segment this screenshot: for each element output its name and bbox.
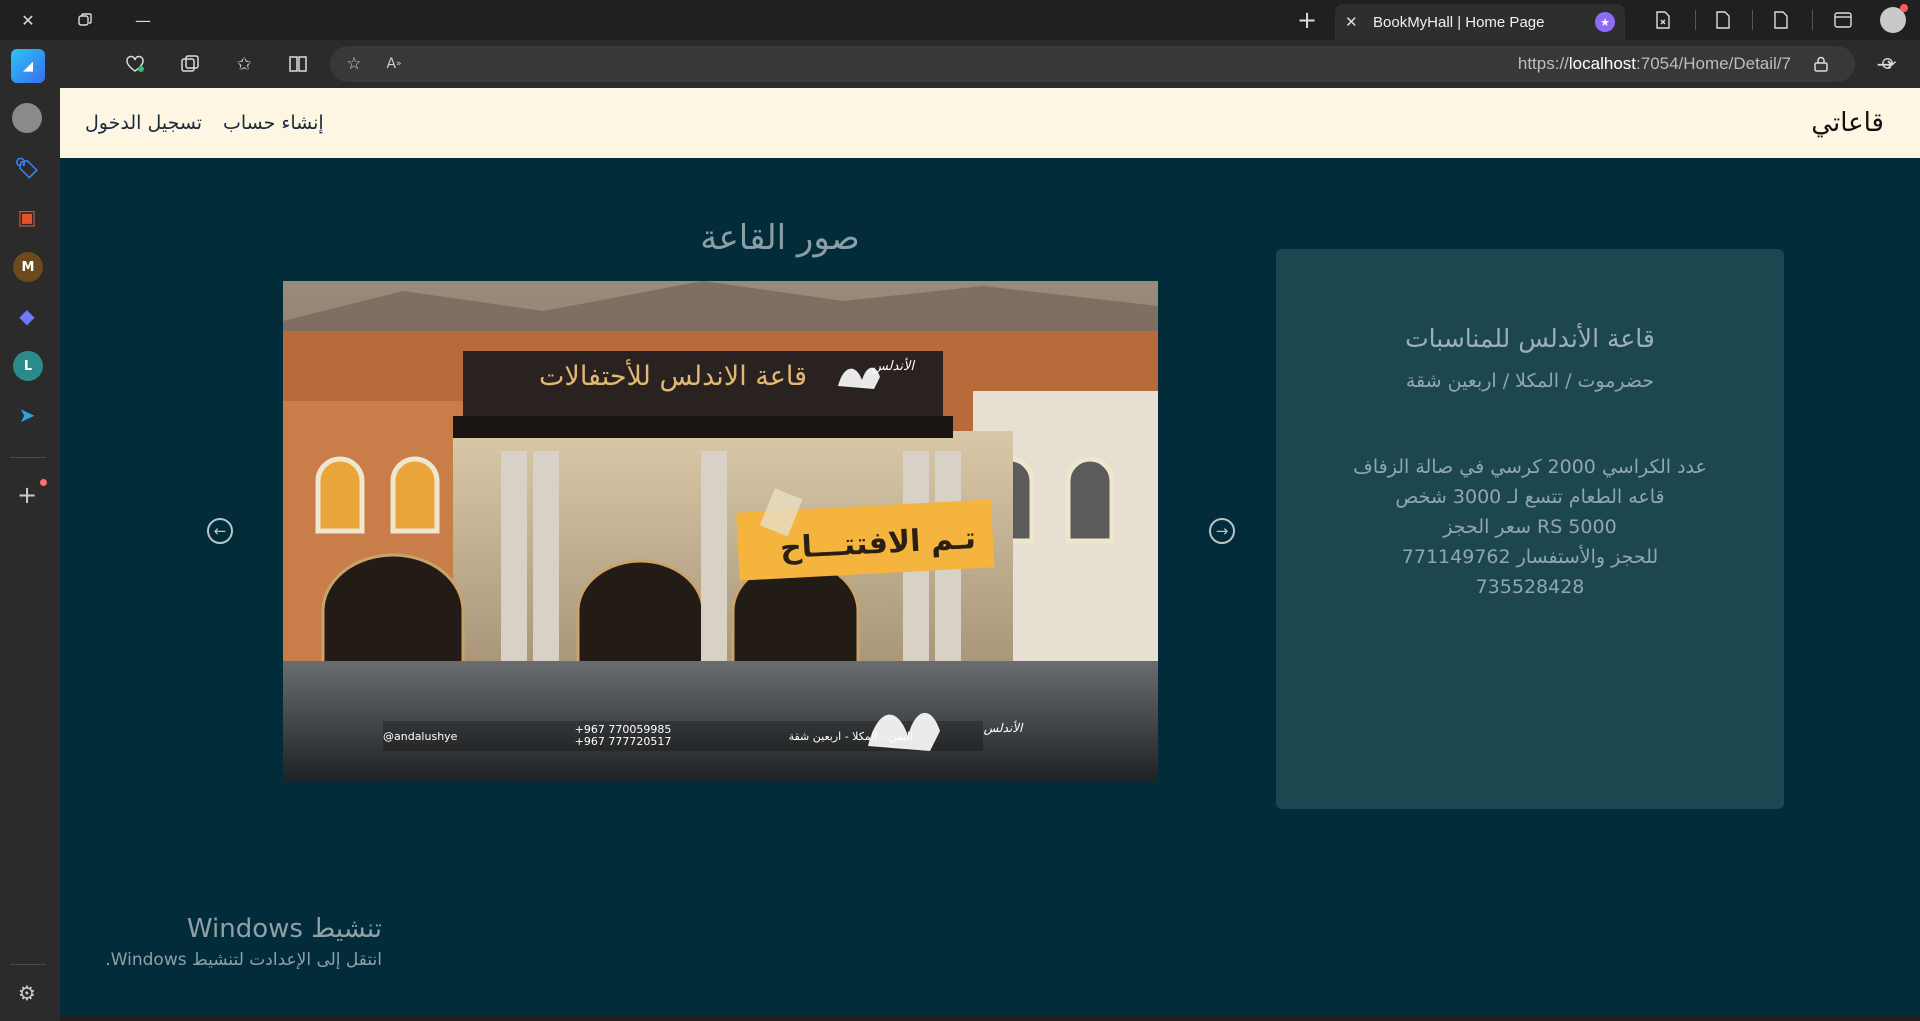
watermark-subtitle: انتقل إلى الإعدادت لتنشيط Windows. xyxy=(105,950,382,970)
site-info-lock-icon[interactable] xyxy=(1805,46,1837,82)
hall-detail-line: 735528428 xyxy=(1475,576,1585,598)
separator xyxy=(1752,10,1753,30)
sidebar-item-m[interactable]: M xyxy=(13,252,43,282)
windows-activation-watermark: تنشيط Windows انتقل إلى الإعدادت لتنشيط … xyxy=(92,914,382,970)
go-forward-icon[interactable]: → xyxy=(1869,48,1901,80)
photo-footer-handle: @andalushye xyxy=(383,729,458,743)
split-window-icon[interactable] xyxy=(1820,0,1866,40)
hall-detail-line: سعر الحجز RS 5000 xyxy=(1443,516,1617,538)
gallery-title: صور القاعة xyxy=(700,218,860,258)
carousel-next-arrow-icon[interactable]: → xyxy=(1209,518,1235,544)
profile-avatar[interactable] xyxy=(1870,0,1916,40)
minimize-window-icon[interactable]: — xyxy=(120,0,166,40)
web-page: قاعاتي إنشاء حساب تسجيل الدخول صور القاع… xyxy=(60,88,1920,1016)
toolbox-icon[interactable]: ▣ xyxy=(12,202,42,232)
photo-footer-logo-text: الأندلس xyxy=(983,721,1023,735)
add-app-icon[interactable]: + xyxy=(12,480,42,510)
new-tab-icon[interactable]: + xyxy=(1284,0,1330,40)
separator xyxy=(1812,10,1813,30)
nav-login-link[interactable]: تسجيل الدخول xyxy=(85,88,202,158)
document-icon-2[interactable] xyxy=(1758,0,1804,40)
browser-toolbar: ✩ ☆ A» https://localhost:7054/Home/Detai… xyxy=(60,40,1920,88)
sidebar-separator-bottom xyxy=(10,964,46,965)
hall-detail-line: عدد الكراسي 2000 كرسي في صالة الزفاف xyxy=(1353,456,1707,478)
photo-footer: @andalushye +967 770059985 +967 77772051… xyxy=(383,721,913,751)
sidebar-item-avatar[interactable] xyxy=(12,103,42,133)
title-bar: ✕ — + ✕ BookMyHall | Home Page ★ xyxy=(0,0,1920,40)
settings-gear-icon[interactable]: ⚙ xyxy=(12,978,42,1008)
tab-title: BookMyHall | Home Page xyxy=(1373,13,1545,31)
document-x-icon[interactable] xyxy=(1640,0,1686,40)
sidebar-separator xyxy=(10,457,46,458)
hall-details: عدد الكراسي 2000 كرسي في صالة الزفاف قاع… xyxy=(1276,452,1784,602)
notification-dot xyxy=(40,479,47,486)
read-aloud-icon[interactable]: A» xyxy=(378,46,410,82)
active-tab[interactable]: ✕ BookMyHall | Home Page ★ xyxy=(1335,4,1625,40)
close-window-icon[interactable]: ✕ xyxy=(5,0,51,40)
reading-view-icon[interactable] xyxy=(282,48,314,80)
tab-extension-icon[interactable]: ★ xyxy=(1595,12,1615,32)
restore-window-icon[interactable] xyxy=(62,0,108,40)
hall-name: قاعة الأندلس للمناسبات xyxy=(1405,324,1655,353)
document-icon[interactable] xyxy=(1700,0,1746,40)
url-path: :7054/Home/Detail/7 xyxy=(1636,54,1791,73)
favorites-bar-icon[interactable]: ✩ xyxy=(228,48,260,80)
hall-detail-line: للحجز والأستفسار 771149762 xyxy=(1401,546,1659,568)
tab-close-icon[interactable]: ✕ xyxy=(1345,13,1365,31)
collections-icon[interactable] xyxy=(174,48,206,80)
nav-register-link[interactable]: إنشاء حساب xyxy=(223,88,324,158)
hall-photo[interactable]: قاعة الاندلس للأحتفالات الأندلس تـم الاف… xyxy=(283,281,1158,781)
browser-sidebar: ◢ ⋯ xyxy=(0,40,90,1021)
photo-logo-text: الأندلس xyxy=(871,359,914,374)
photo-footer-location: اليمن - المكلا - اربعين شقة xyxy=(788,729,913,743)
watermark-title: تنشيط Windows xyxy=(186,914,382,944)
site-brand[interactable]: قاعاتي xyxy=(1811,88,1884,158)
carousel-prev-arrow-icon[interactable]: ← xyxy=(207,518,233,544)
site-navbar: قاعاتي إنشاء حساب تسجيل الدخول xyxy=(60,88,1920,158)
edge-copilot-icon[interactable]: ◢ xyxy=(11,49,45,83)
hall-location: حضرموت / المكلا / اربعين شقة xyxy=(1405,370,1655,392)
photo-footer-phones: +967 770059985 +967 777720517 xyxy=(575,724,672,748)
copilot-icon[interactable]: ◆ xyxy=(12,301,42,331)
address-bar[interactable]: ☆ A» https://localhost:7054/Home/Detail/… xyxy=(330,46,1855,82)
telegram-icon[interactable]: ➤ xyxy=(12,400,42,430)
sidebar-item-l[interactable]: L xyxy=(13,351,43,381)
photo-sign-text: قاعة الاندلس للأحتفالات xyxy=(539,361,807,392)
health-icon[interactable] xyxy=(119,48,151,80)
url-host: localhost xyxy=(1568,54,1637,73)
hall-info-card: قاعة الأندلس للمناسبات حضرموت / المكلا /… xyxy=(1276,249,1784,809)
hall-detail-line: قاعه الطعام تتسع لـ 3000 شخص xyxy=(1395,486,1665,508)
url-text[interactable]: https://localhost:7054/Home/Detail/7 xyxy=(1518,46,1791,82)
separator xyxy=(1695,10,1696,30)
url-prefix: https:// xyxy=(1517,54,1569,73)
favorite-star-icon[interactable]: ☆ xyxy=(338,46,370,82)
tag-icon[interactable]: 🏷 xyxy=(12,153,42,183)
photo-footer-phone-2: +967 777720517 xyxy=(574,735,672,748)
